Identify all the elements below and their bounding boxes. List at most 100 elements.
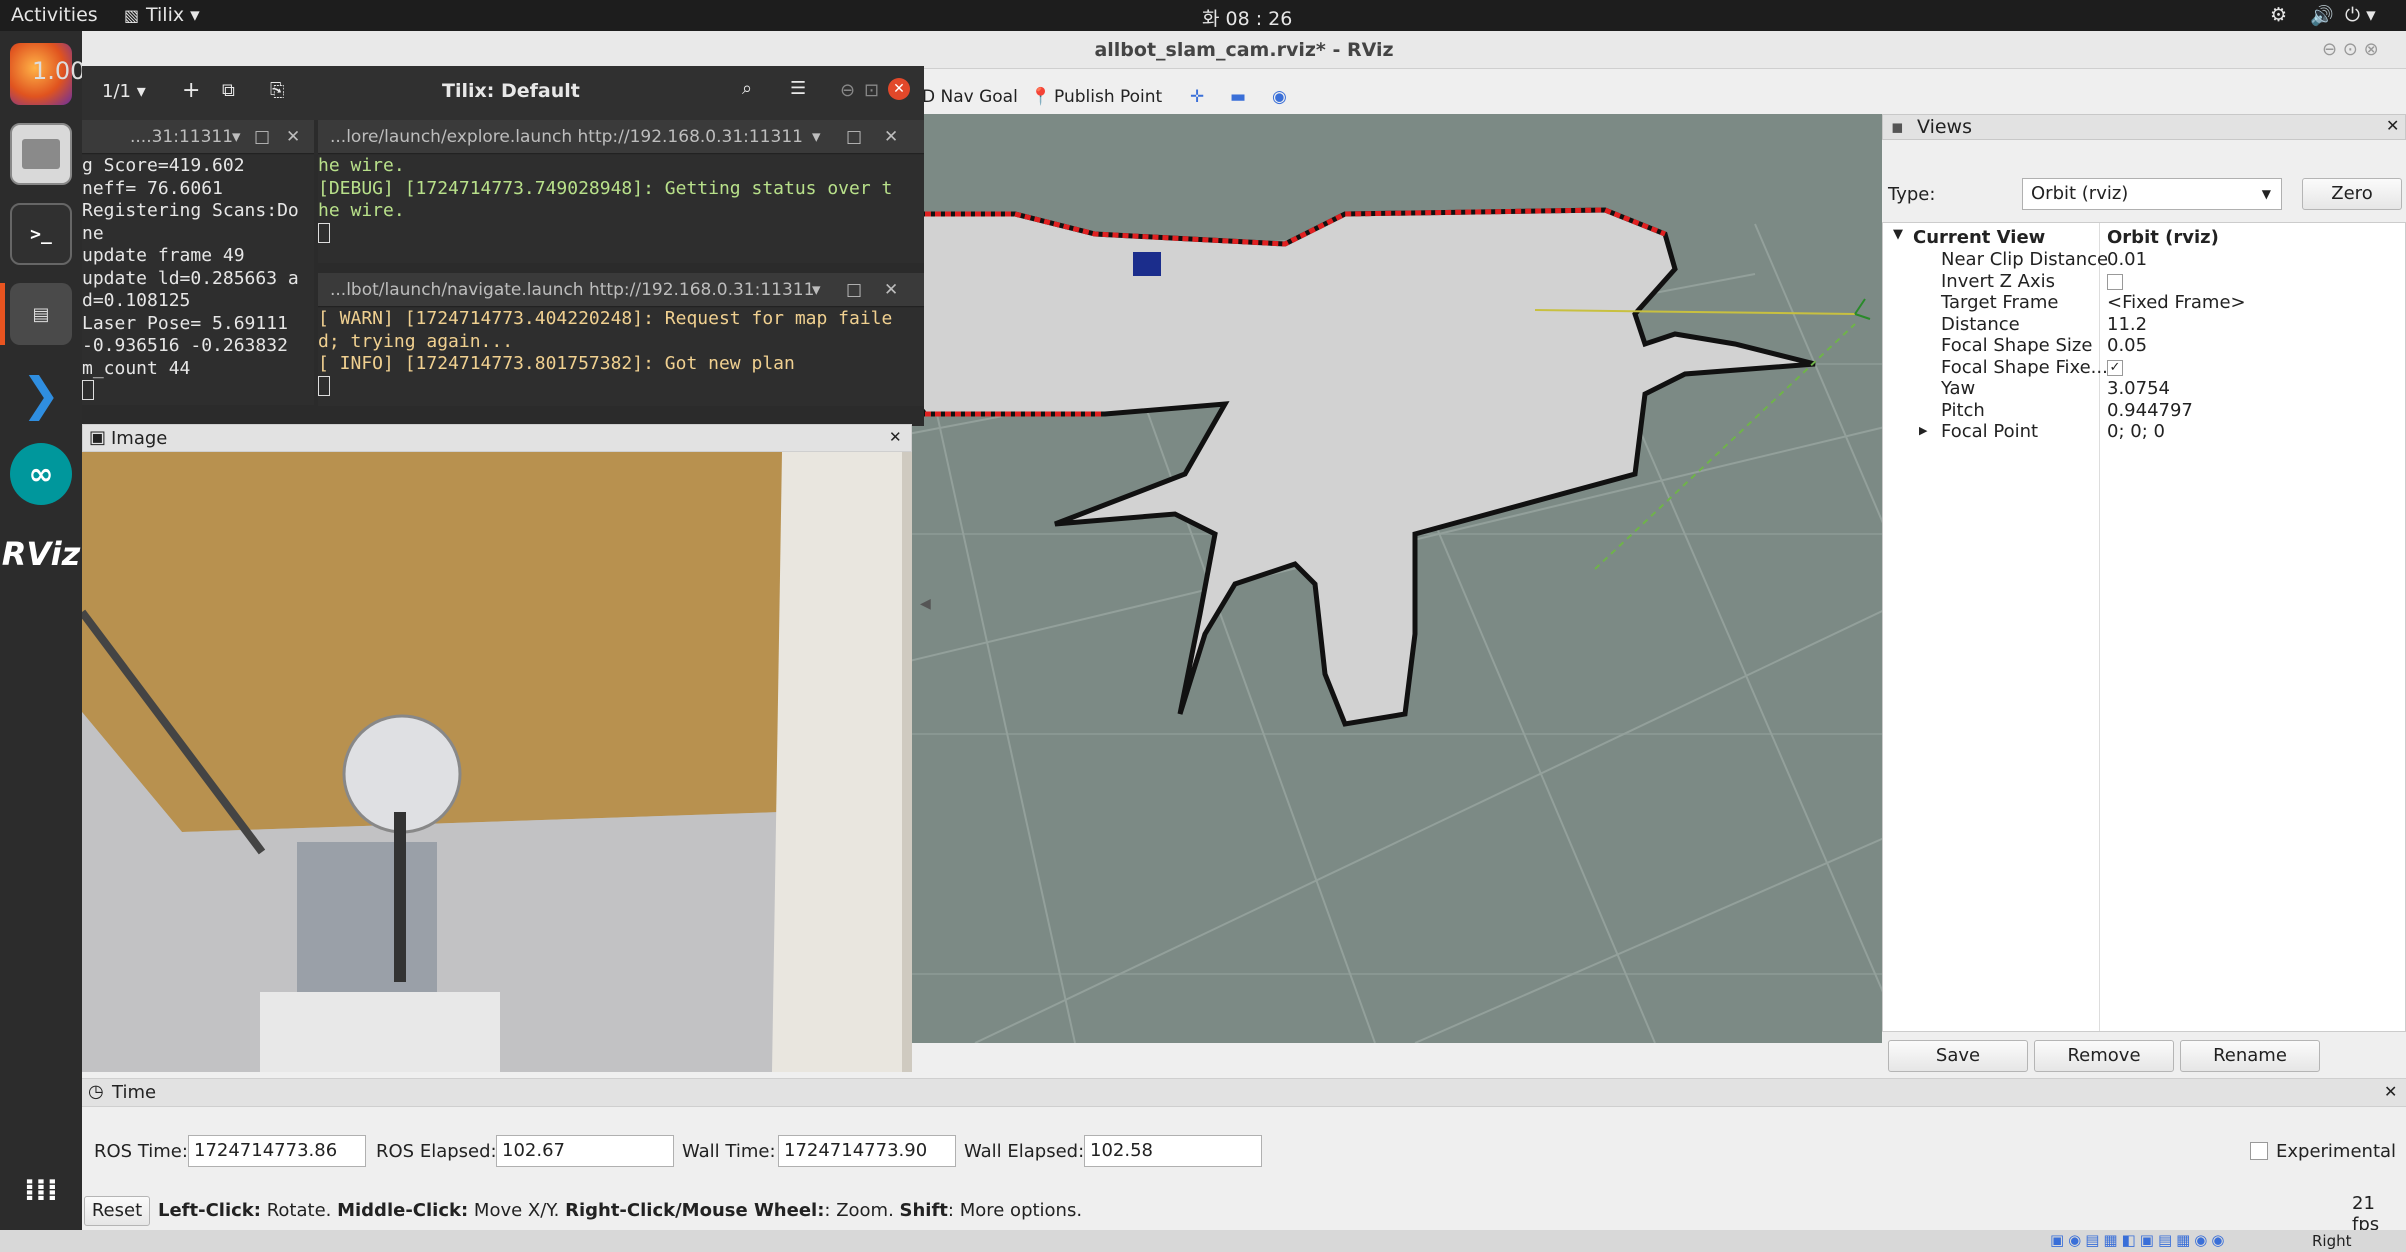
close-pane-icon[interactable]: ✕ (286, 120, 300, 153)
property-value[interactable]: 0.944797 (2107, 400, 2193, 421)
maximize-pane-icon[interactable]: □ (254, 120, 270, 153)
terminal-cursor (82, 380, 94, 400)
firefox-icon[interactable]: 1.00 (10, 43, 85, 105)
property-value[interactable]: 0.01 (2107, 249, 2147, 270)
show-apps-icon[interactable]: ⁞⁞⁞ (10, 1159, 72, 1221)
view-property-row[interactable]: ▶ Focal Point 0; 0; 0 (1883, 421, 2406, 443)
type-select[interactable]: Orbit (rviz) ▼ (2022, 178, 2282, 210)
view-property-row[interactable]: Near Clip Distance 0.01 (1883, 249, 2406, 271)
camera-icon: ▪ (1891, 116, 1904, 138)
save-button[interactable]: Save (1888, 1040, 2028, 1072)
chevron-down-icon: ▾ (812, 280, 821, 300)
add-icon[interactable]: + (182, 78, 200, 103)
wall-elapsed-field[interactable]: 102.58 (1084, 1135, 1262, 1167)
rviz-icon[interactable]: RViz (2, 523, 80, 585)
app-menu-button[interactable]: Tilix ▾ (146, 4, 200, 26)
close-icon[interactable]: ✕ (2384, 1082, 2397, 1101)
rename-button[interactable]: Rename (2180, 1040, 2320, 1072)
view-property-row[interactable]: Focal Shape Fixe... ✓ (1883, 357, 2406, 379)
zoom-out-icon[interactable]: ▬ (1230, 87, 1246, 107)
terminal-line: update ld=0.285663 a (82, 267, 299, 289)
activities-button[interactable]: Activities (11, 4, 98, 26)
maximize-pane-icon[interactable]: □ (846, 273, 862, 306)
property-value[interactable]: 0; 0; 0 (2107, 421, 2165, 442)
terminal-left[interactable]: g Score=419.602 neff= 76.6061 Registering … (82, 155, 314, 405)
view-property-row[interactable]: Target Frame <Fixed Frame> (1883, 292, 2406, 314)
maximize-pane-icon[interactable]: □ (846, 120, 862, 153)
fps-readout: 21 fps (2352, 1193, 2380, 1235)
search-icon[interactable]: ⌕ (742, 78, 752, 99)
views-tree: ▼ Current View Orbit (rviz) Near Clip Di… (1882, 222, 2406, 1032)
view-property-row[interactable]: Yaw 3.0754 (1883, 378, 2406, 400)
remove-button[interactable]: Remove (2034, 1040, 2174, 1072)
terminal-cursor (318, 222, 330, 243)
terminal-icon[interactable]: >_ (10, 203, 72, 265)
property-value[interactable]: ✓ (2107, 359, 2123, 376)
close-icon[interactable]: ✕ (889, 428, 902, 446)
sync-icon[interactable]: ⎘ (270, 80, 284, 101)
close-icon[interactable]: ✕ (2386, 116, 2399, 135)
split-icon[interactable]: ⧉ (222, 80, 235, 101)
status-bar: Reset Left-Click: Rotate. Middle-Click: … (82, 1193, 2406, 1235)
type-label: Type: (1888, 184, 1936, 205)
status-help: Left-Click: Rotate. Middle-Click: Move X… (158, 1200, 1083, 1221)
network-icon[interactable]: ⚙ (2270, 4, 2287, 26)
ros-elapsed-field[interactable]: 102.67 (496, 1135, 674, 1167)
ros-time-field[interactable]: 1724714773.86 (188, 1135, 366, 1167)
expand-arrow-icon[interactable]: ▶ (1919, 424, 1927, 437)
current-view-row[interactable]: ▼ Current View Orbit (rviz) (1883, 227, 2406, 249)
tray-icons[interactable]: ▣◉▤▦◧▣▤▦◉◉ (2050, 1231, 2228, 1249)
view-property-row[interactable]: Invert Z Axis (1883, 271, 2406, 293)
terminal-line: [ WARN] [1724714773.404220248]: Request … (318, 308, 893, 329)
focus-camera-icon[interactable]: ◉ (1272, 87, 1287, 107)
expand-arrow-icon: ▼ (1893, 227, 1903, 242)
maximize-icon[interactable]: ⊡ (864, 80, 879, 101)
terminal-bottom[interactable]: [ WARN] [1724714773.404220248]: Request … (318, 308, 924, 406)
view-property-row[interactable]: Distance 11.2 (1883, 314, 2406, 336)
3d-viewport[interactable] (855, 114, 1939, 1043)
session-switcher[interactable]: 1/1 ▾ (102, 81, 146, 102)
power-icon[interactable]: ⏻ ▾ (2345, 4, 2376, 26)
terminal-line: Laser Pose= 5.69111 (82, 312, 288, 334)
files-icon[interactable] (10, 123, 72, 185)
wall-time-field[interactable]: 1724714773.90 (778, 1135, 956, 1167)
terminal-line: ne (82, 222, 104, 244)
view-property-row[interactable]: Focal Shape Size 0.05 (1883, 335, 2406, 357)
terminal-line: [DEBUG] [1724714773.749028948]: Getting … (318, 177, 893, 199)
camera-feed (82, 452, 912, 1072)
publish-point-tool[interactable]: Publish Point (1054, 87, 1162, 107)
experimental-checkbox[interactable] (2250, 1142, 2268, 1160)
close-icon[interactable]: ✕ (888, 78, 910, 100)
pane-top-tab[interactable]: ...lore/launch/explore.launch http://192… (318, 120, 924, 154)
property-value[interactable]: 11.2 (2107, 314, 2147, 335)
terminal-line: he wire. (318, 200, 405, 221)
arduino-icon[interactable]: ∞ (10, 443, 72, 505)
close-pane-icon[interactable]: ✕ (884, 273, 898, 306)
property-value[interactable]: 3.0754 (2107, 378, 2170, 399)
property-name: Focal Shape Fixe... (1941, 356, 2108, 378)
nav-goal-tool[interactable]: D Nav Goal (922, 87, 1018, 107)
clock[interactable]: 화 08 : 26 (1202, 4, 1292, 31)
minimize-icon[interactable]: ⊖ (840, 80, 855, 101)
terminal-line: g Score=419.602 (82, 155, 245, 176)
property-value[interactable] (2107, 273, 2123, 290)
view-property-row[interactable]: Pitch 0.944797 (1883, 400, 2406, 422)
experimental-label: Experimental (2276, 1141, 2397, 1162)
property-value[interactable]: <Fixed Frame> (2107, 292, 2246, 313)
left-collapse-icon[interactable]: ◀ (920, 596, 931, 612)
pane-bottom-tab[interactable]: ...lbot/launch/navigate.launch http://19… (318, 273, 924, 307)
volume-icon[interactable]: 🔊 (2310, 4, 2334, 27)
property-value[interactable]: 0.05 (2107, 335, 2147, 356)
zero-button[interactable]: Zero (2302, 178, 2402, 210)
menu-icon[interactable]: ☰ (790, 78, 806, 99)
tilix-title: Tilix: Default (442, 80, 580, 102)
tilix-icon[interactable]: ▤ (10, 283, 72, 345)
close-pane-icon[interactable]: ✕ (884, 120, 898, 153)
move-camera-icon[interactable]: ✛ (1190, 87, 1204, 107)
folder-shape (22, 139, 60, 169)
terminal-top[interactable]: he wire. [DEBUG] [1724714773.749028948]: … (318, 155, 924, 263)
window-controls[interactable]: ⊖ ⊙ ⊗ (2322, 39, 2379, 60)
vscode-icon[interactable]: ❯ (10, 363, 72, 425)
pane-left-tab[interactable]: ....31:11311 ▾ □ ✕ (82, 120, 314, 154)
reset-button[interactable]: Reset (84, 1196, 150, 1226)
